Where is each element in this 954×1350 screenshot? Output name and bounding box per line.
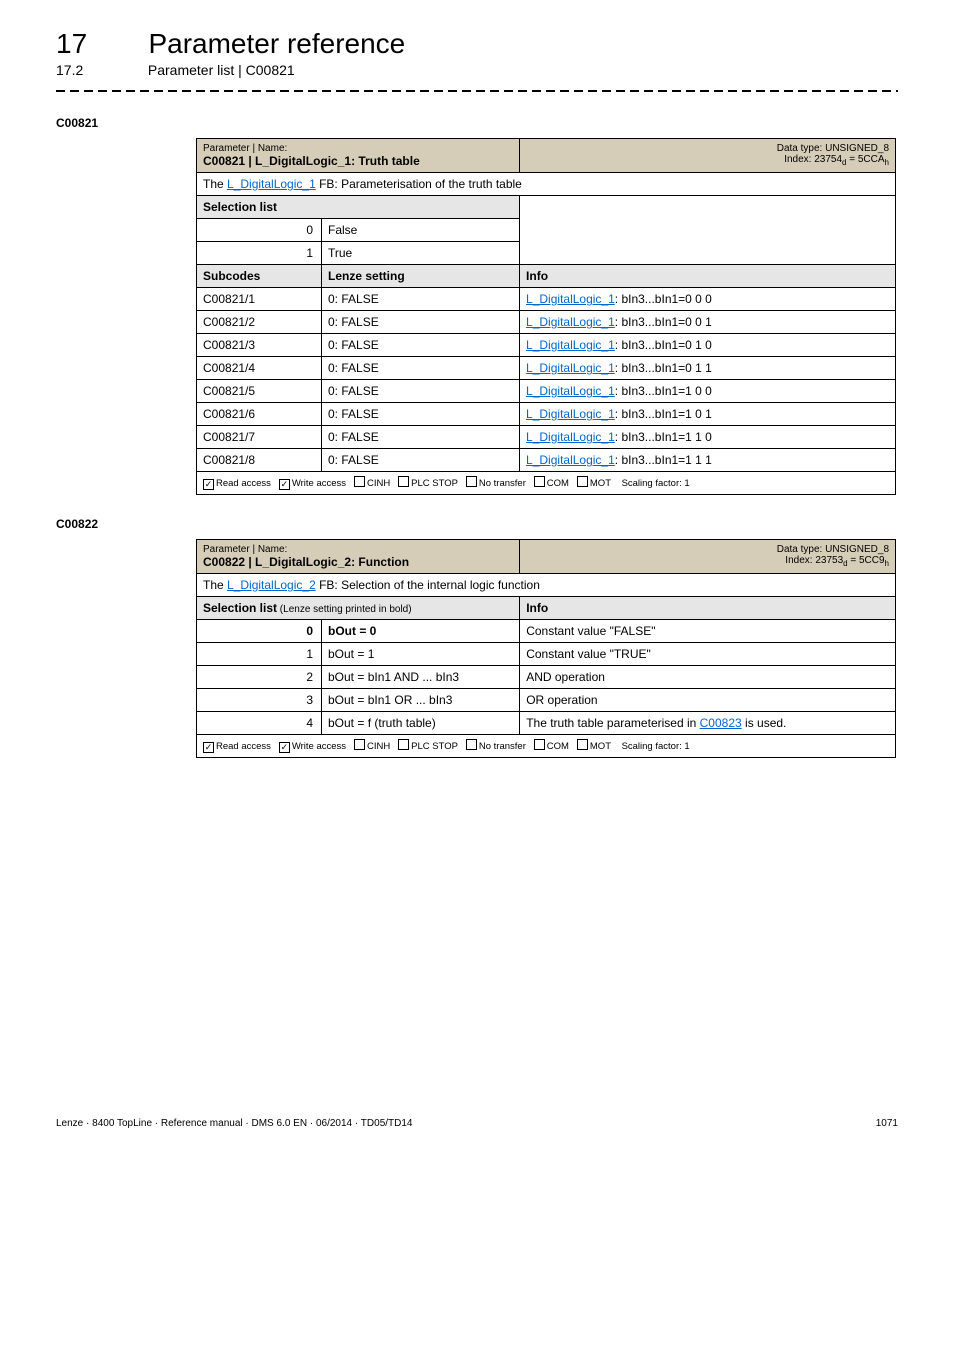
table-row: 1bOut = 1Constant value "TRUE" (197, 643, 896, 666)
selection-list-header: Selection list (197, 196, 520, 219)
table-row: 4bOut = f (truth table)The truth table p… (197, 712, 896, 735)
footer-left: Lenze · 8400 TopLine · Reference manual … (56, 1118, 413, 1129)
data-type: Data type: UNSIGNED_8 (526, 143, 889, 154)
table-row: C00821/80: FALSEL_DigitalLogic_1: bIn3..… (197, 449, 896, 472)
param-name-value: C00822 | L_DigitalLogic_2: Function (203, 555, 409, 569)
table-c00821: Parameter | Name: C00821 | L_DigitalLogi… (196, 138, 896, 495)
table-row: 3bOut = bIn1 OR ... bIn3OR operation (197, 689, 896, 712)
table-row: C00821/30: FALSEL_DigitalLogic_1: bIn3..… (197, 334, 896, 357)
link-digitallogic-1[interactable]: L_DigitalLogic_1 (526, 361, 615, 375)
table-c00822: Parameter | Name: C00822 | L_DigitalLogi… (196, 539, 896, 758)
table-row: C00821/70: FALSEL_DigitalLogic_1: bIn3..… (197, 426, 896, 449)
col-info: Info (520, 265, 896, 288)
link-digitallogic-2[interactable]: L_DigitalLogic_2 (227, 578, 316, 592)
col-info: Info (520, 597, 896, 620)
data-type: Data type: UNSIGNED_8 (526, 544, 889, 555)
col-lenze-setting: Lenze setting (322, 265, 520, 288)
link-digitallogic-1[interactable]: L_DigitalLogic_1 (526, 453, 615, 467)
table-row: C00821/40: FALSEL_DigitalLogic_1: bIn3..… (197, 357, 896, 380)
access-footer: ✓Read access ✓Write access CINH PLC STOP… (197, 735, 896, 758)
chapter-number: 17 (56, 28, 144, 60)
link-digitallogic-1[interactable]: L_DigitalLogic_1 (526, 315, 615, 329)
param-id-c00822: C00822 (56, 517, 898, 531)
param-description: The L_DigitalLogic_2 FB: Selection of th… (197, 574, 896, 597)
access-footer: ✓Read access ✓Write access CINH PLC STOP… (197, 472, 896, 495)
param-id-c00821: C00821 (56, 116, 898, 130)
data-index: Index: 23754d = 5CCAh (526, 154, 889, 167)
param-name-value: C00821 | L_DigitalLogic_1: Truth table (203, 154, 420, 168)
link-digitallogic-1[interactable]: L_DigitalLogic_1 (526, 384, 615, 398)
param-name-label: Parameter | Name: (203, 143, 420, 154)
link-digitallogic-1[interactable]: L_DigitalLogic_1 (526, 338, 615, 352)
data-index: Index: 23753d = 5CC9h (526, 555, 889, 568)
table-row: 0bOut = 0Constant value "FALSE" (197, 620, 896, 643)
link-digitallogic-1[interactable]: L_DigitalLogic_1 (227, 177, 316, 191)
divider (56, 90, 898, 92)
chapter-title: Parameter reference (148, 28, 405, 60)
col-selection-list: Selection list (Lenze setting printed in… (197, 597, 520, 620)
section-number: 17.2 (56, 62, 144, 78)
table-row: C00821/60: FALSEL_DigitalLogic_1: bIn3..… (197, 403, 896, 426)
section-title: Parameter list | C00821 (148, 62, 295, 78)
link-digitallogic-1[interactable]: L_DigitalLogic_1 (526, 407, 615, 421)
param-name-label: Parameter | Name: (203, 544, 409, 555)
col-subcodes: Subcodes (197, 265, 322, 288)
table-row: C00821/50: FALSEL_DigitalLogic_1: bIn3..… (197, 380, 896, 403)
table-row: C00821/20: FALSEL_DigitalLogic_1: bIn3..… (197, 311, 896, 334)
page-number: 1071 (876, 1118, 898, 1129)
link-c00823[interactable]: C00823 (700, 716, 742, 730)
table-row: 2bOut = bIn1 AND ... bIn3AND operation (197, 666, 896, 689)
table-row: C00821/10: FALSEL_DigitalLogic_1: bIn3..… (197, 288, 896, 311)
link-digitallogic-1[interactable]: L_DigitalLogic_1 (526, 292, 615, 306)
param-description: The L_DigitalLogic_1 FB: Parameterisatio… (197, 173, 896, 196)
link-digitallogic-1[interactable]: L_DigitalLogic_1 (526, 430, 615, 444)
